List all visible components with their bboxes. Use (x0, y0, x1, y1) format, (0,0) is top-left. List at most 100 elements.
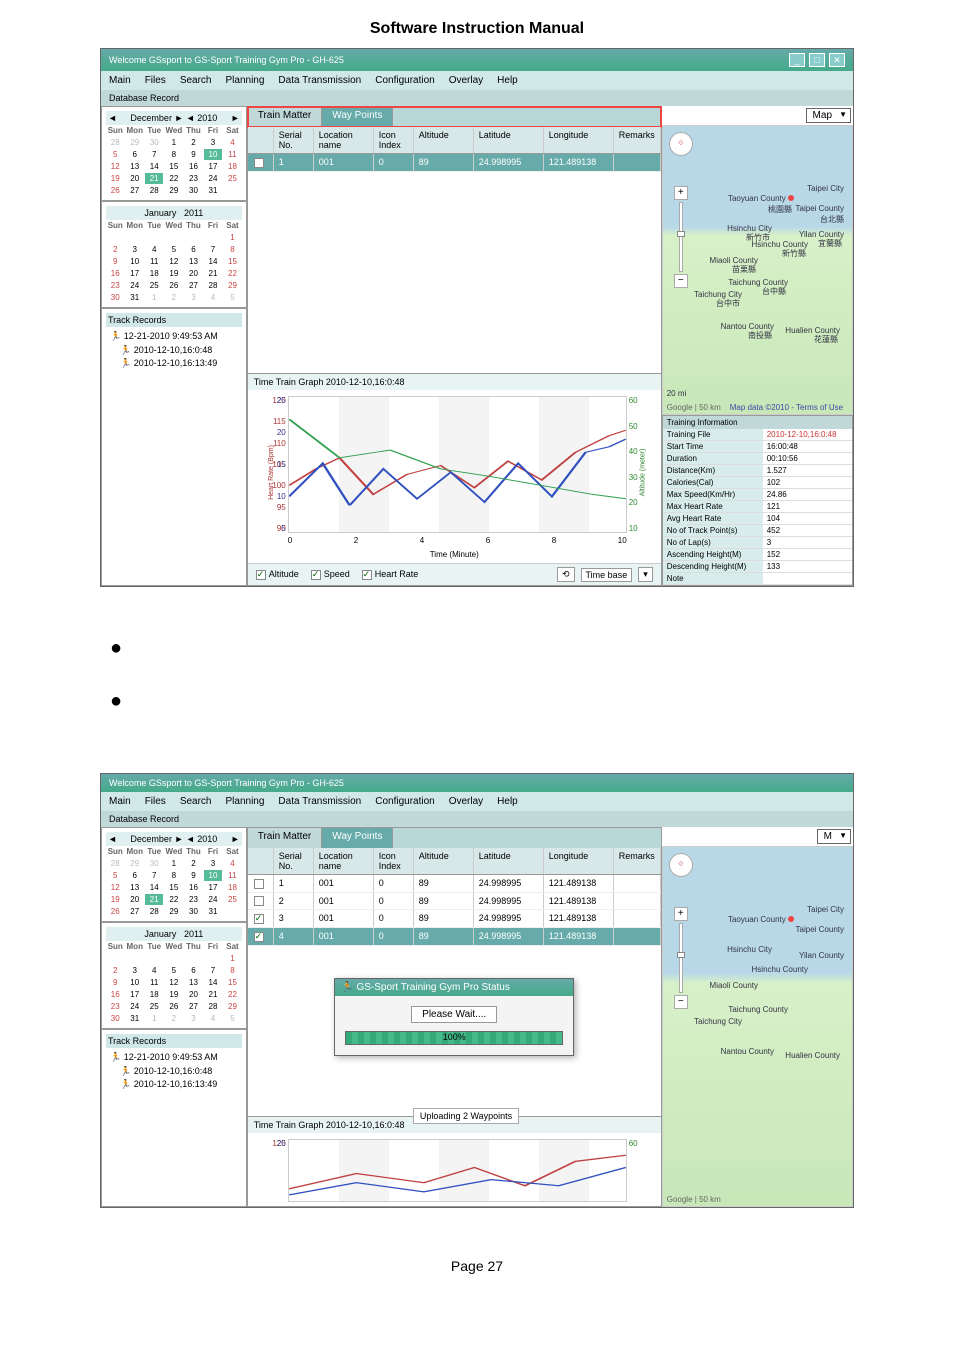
map-type-select[interactable]: M (817, 829, 851, 844)
tab-train-matter[interactable]: Train Matter (248, 828, 323, 848)
waypoint-row[interactable]: 1 001 0 89 24.998995 121.489138 (248, 154, 661, 172)
map-canvas[interactable]: ⟐ + − Taipei City Taoyuan County 桃園縣 Tai… (662, 125, 853, 415)
title-bar: Welcome GSsport to GS-Sport Training Gym… (101, 774, 853, 792)
menu-data-trans[interactable]: Data Transmission (278, 75, 361, 86)
doc-title: Software Instruction Manual (0, 0, 954, 48)
map-zoom-out[interactable]: − (674, 274, 688, 288)
menu-config[interactable]: Configuration (375, 796, 434, 807)
menu-search[interactable]: Search (180, 75, 212, 86)
menu-files[interactable]: Files (145, 75, 166, 86)
map-zoom-in[interactable]: + (674, 186, 688, 200)
row-checkbox[interactable] (254, 158, 264, 168)
track-record-row[interactable]: 🏃 2010-12-10,16:0:48 (106, 344, 242, 357)
window-title: Welcome GSsport to GS-Sport Training Gym… (109, 55, 344, 65)
map-zoom-slider[interactable] (679, 923, 683, 993)
x-axis-title: Time (Minute) (248, 550, 661, 559)
tab-train-matter[interactable]: Train Matter (248, 107, 323, 127)
info-row: Ascending Height(M)152 (663, 549, 852, 561)
info-row: Avg Heart Rate104 (663, 513, 852, 525)
menu-search[interactable]: Search (180, 796, 212, 807)
menu-help[interactable]: Help (497, 75, 518, 86)
info-row: Distance(Km)1.527 (663, 465, 852, 477)
toggle-speed[interactable]: Speed (311, 569, 350, 580)
chart-area: Time Train Graph 2010-12-10,16:0:48 Hear… (248, 373, 661, 563)
please-wait-label: Please Wait.... (411, 1006, 497, 1023)
menu-planning[interactable]: Planning (226, 75, 265, 86)
map-pan-control[interactable]: ⟐ (669, 132, 693, 156)
reset-zoom-icon[interactable]: ⟲ (557, 567, 575, 582)
track-record-row[interactable]: 🏃 2010-12-10,16:13:49 (106, 1078, 242, 1091)
menu-main[interactable]: Main (109, 75, 131, 86)
map-type-select[interactable]: Map (806, 108, 851, 123)
grid-empty-area (248, 172, 661, 373)
chart-title: Time Train Graph 2010-12-10,16:0:48 (248, 374, 661, 390)
dialog-title: 🏃 GS-Sport Training Gym Pro Status (335, 979, 573, 996)
waypoint-row[interactable]: 300108924.998995121.489138 (248, 910, 661, 928)
minimize-button[interactable]: _ (789, 53, 805, 67)
info-row: Start Time16:00:48 (663, 441, 852, 453)
progress-bar: 100% (345, 1031, 563, 1045)
calendar-jan[interactable]: January 2011 SunMonTueWedThuFriSat 1 234… (101, 201, 247, 308)
window-title: Welcome GSsport to GS-Sport Training Gym… (109, 778, 344, 788)
waypoint-row[interactable]: 400108924.998995121.489138 (248, 928, 661, 946)
map-canvas[interactable]: ⟐ + − Taipei City Taoyuan County Taipei … (662, 846, 853, 1207)
timebase-select[interactable]: Time base (581, 568, 633, 582)
progress-percent: 100% (346, 1032, 562, 1042)
timebase-dropdown[interactable]: ▾ (638, 567, 653, 582)
info-row: Training File2010-12-10,16:0:48 (663, 429, 852, 441)
center-panel: Train Matter Way Points Serial No. Locat… (247, 106, 662, 586)
app-window-2: Welcome GSsport to GS-Sport Training Gym… (100, 773, 854, 1208)
calendar-jan[interactable]: January 2011 SunMonTueWedThuFriSat 1 234… (101, 922, 247, 1029)
track-record-row[interactable]: 🏃 2010-12-10,16:0:48 (106, 1065, 242, 1078)
menu-overlay[interactable]: Overlay (449, 75, 483, 86)
map-zoom-in[interactable]: + (674, 907, 688, 921)
info-row: No of Track Point(s)452 (663, 525, 852, 537)
info-row: Duration00:10:56 (663, 453, 852, 465)
track-records-header: Track Records (106, 313, 242, 327)
menu-data-trans[interactable]: Data Transmission (278, 796, 361, 807)
left-panel: ◄December ► ◄ 2010► SunMonTueWedThuFriSa… (101, 827, 247, 1207)
right-panel: M ⟐ + − Taipei City Taoyuan County Taipe… (662, 827, 853, 1207)
track-record-row[interactable]: 🏃 12-21-2010 9:49:53 AM (106, 1050, 242, 1065)
track-record-row[interactable]: 🏃 2010-12-10,16:13:49 (106, 357, 242, 370)
database-record-bar: Database Record (101, 90, 853, 106)
waypoint-row[interactable]: 100108924.998995121.489138 (248, 875, 661, 893)
info-row: Calories(Cal)102 (663, 477, 852, 489)
upload-status-text: Uploading 2 Waypoints (413, 1108, 519, 1124)
grid-header: Serial No. Location name Icon Index Alti… (248, 127, 661, 154)
bullet-list: ● ● (100, 607, 854, 773)
track-records-panel: Track Records 🏃 12-21-2010 9:49:53 AM 🏃 … (101, 308, 247, 586)
tab-way-points[interactable]: Way Points (322, 828, 393, 848)
chart-footer: Altitude Speed Heart Rate ⟲ Time base ▾ (248, 563, 661, 585)
toggle-altitude[interactable]: Altitude (256, 569, 299, 580)
left-panel: ◄December ► ◄ 2010► SunMonTueWedThuFriSa… (101, 106, 247, 586)
menu-bar: Main Files Search Planning Data Transmis… (101, 792, 853, 811)
menu-config[interactable]: Configuration (375, 75, 434, 86)
info-row: Note (663, 573, 852, 585)
tab-way-points[interactable]: Way Points (322, 107, 393, 127)
track-records-panel: Track Records 🏃 12-21-2010 9:49:53 AM 🏃 … (101, 1029, 247, 1207)
calendar-dec[interactable]: ◄December ► ◄ 2010► SunMonTueWedThuFriSa… (101, 827, 247, 922)
map-zoom-out[interactable]: − (674, 995, 688, 1009)
menu-files[interactable]: Files (145, 796, 166, 807)
menu-help[interactable]: Help (497, 796, 518, 807)
close-button[interactable]: ✕ (829, 53, 845, 67)
menu-bar: Main Files Search Planning Data Transmis… (101, 71, 853, 90)
track-record-row[interactable]: 🏃 12-21-2010 9:49:53 AM (106, 329, 242, 344)
info-row: Max Heart Rate121 (663, 501, 852, 513)
title-bar: Welcome GSsport to GS-Sport Training Gym… (101, 49, 853, 71)
toggle-heart-rate[interactable]: Heart Rate (362, 569, 419, 580)
menu-overlay[interactable]: Overlay (449, 796, 483, 807)
maximize-button[interactable]: □ (809, 53, 825, 67)
center-panel: Train Matter Way Points Serial No. Locat… (247, 827, 662, 1207)
map-pan-control[interactable]: ⟐ (669, 853, 693, 877)
training-info-panel: Training Information Training File2010-1… (662, 415, 853, 586)
menu-planning[interactable]: Planning (226, 796, 265, 807)
menu-main[interactable]: Main (109, 796, 131, 807)
waypoint-row[interactable]: 200108924.998995121.489138 (248, 893, 661, 911)
chart-plot[interactable] (288, 396, 627, 533)
calendar-dec[interactable]: ◄December ► ◄ 2010► SunMonTueWedThuFriSa… (101, 106, 247, 201)
map-zoom-slider[interactable] (679, 202, 683, 272)
info-row: No of Lap(s)3 (663, 537, 852, 549)
database-record-bar: Database Record (101, 811, 853, 827)
